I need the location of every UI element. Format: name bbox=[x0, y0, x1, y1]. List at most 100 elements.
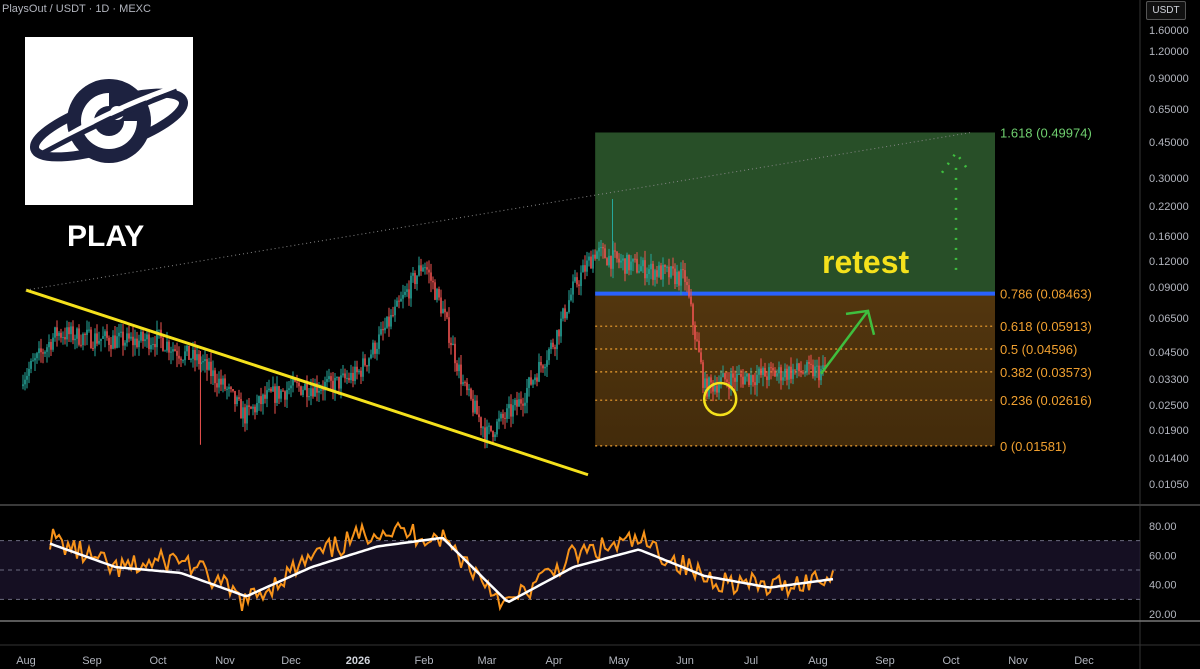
candle-body bbox=[576, 277, 578, 285]
planet-ring-eye-icon bbox=[30, 79, 188, 163]
price-tick-label: 0.02500 bbox=[1149, 400, 1189, 412]
candle-body bbox=[470, 388, 472, 399]
candle-body bbox=[450, 342, 452, 346]
candle-body bbox=[276, 386, 278, 403]
candle-body bbox=[208, 361, 210, 370]
candle-body bbox=[716, 385, 718, 393]
candle-body bbox=[112, 335, 114, 349]
candle-body bbox=[418, 265, 420, 276]
candle-body bbox=[50, 341, 52, 350]
candle-body bbox=[396, 300, 398, 307]
candle-body bbox=[538, 361, 540, 382]
candle-body bbox=[800, 371, 802, 373]
candle-body bbox=[230, 387, 232, 390]
candle-body bbox=[28, 368, 30, 376]
candle-body bbox=[740, 373, 742, 377]
candle-body bbox=[564, 308, 566, 319]
candle-body bbox=[362, 358, 364, 377]
candle-body bbox=[438, 289, 440, 298]
candle-body bbox=[694, 325, 696, 340]
candle-body bbox=[180, 358, 182, 361]
candle-body bbox=[512, 405, 514, 417]
candle-body bbox=[24, 379, 26, 385]
candle-body bbox=[46, 347, 48, 352]
candle-body bbox=[776, 373, 778, 377]
candle-body bbox=[264, 394, 266, 399]
price-tick-label: 0.12000 bbox=[1149, 256, 1189, 268]
candle-body bbox=[134, 338, 136, 346]
candle-body bbox=[458, 364, 460, 372]
candle-body bbox=[498, 418, 500, 422]
candle-body bbox=[34, 358, 36, 361]
candle-body bbox=[810, 363, 812, 365]
candle-body bbox=[210, 361, 212, 377]
candle-body bbox=[714, 385, 716, 392]
time-tick-label: Aug bbox=[808, 655, 828, 667]
candle-body bbox=[524, 402, 526, 406]
time-tick-label: Aug bbox=[16, 655, 36, 667]
candle-body bbox=[674, 268, 676, 285]
candle-body bbox=[702, 362, 704, 388]
candle-body bbox=[240, 399, 242, 419]
candle-body bbox=[386, 316, 388, 328]
candle-body bbox=[32, 360, 34, 362]
candle-body bbox=[394, 306, 396, 316]
candle-body bbox=[146, 334, 148, 340]
candle-body bbox=[64, 337, 66, 340]
time-tick-label: Nov bbox=[215, 655, 235, 667]
candle-body bbox=[82, 333, 84, 346]
candle-body bbox=[94, 333, 96, 349]
candle-body bbox=[80, 344, 82, 346]
candle-body bbox=[808, 362, 810, 364]
candle-body bbox=[350, 372, 352, 381]
candle-body bbox=[508, 404, 510, 409]
candle-body bbox=[514, 399, 516, 406]
candle-body bbox=[570, 294, 572, 301]
candle-body bbox=[724, 373, 726, 380]
candle-body bbox=[154, 343, 156, 348]
rsi-tick-label: 20.00 bbox=[1149, 609, 1177, 621]
candle-body bbox=[530, 377, 532, 385]
candle-body bbox=[594, 254, 596, 259]
candle-body bbox=[58, 332, 60, 336]
candle-body bbox=[818, 365, 820, 381]
candle-body bbox=[378, 334, 380, 349]
candle-body bbox=[686, 281, 688, 286]
candle-body bbox=[420, 265, 422, 272]
candle-body bbox=[520, 399, 522, 404]
candle-body bbox=[660, 265, 662, 280]
candle-body bbox=[36, 353, 38, 359]
candle-body bbox=[108, 337, 110, 345]
candle-body bbox=[548, 349, 550, 361]
candle-body bbox=[536, 377, 538, 382]
candle-body bbox=[816, 365, 818, 367]
candle-body bbox=[322, 389, 324, 391]
candle-body bbox=[92, 348, 94, 350]
candle-body bbox=[286, 389, 288, 400]
candle-body bbox=[444, 308, 446, 313]
candle-body bbox=[38, 348, 40, 354]
candle-body bbox=[194, 349, 196, 361]
candle-body bbox=[122, 331, 124, 346]
candle-body bbox=[568, 300, 570, 312]
candle-body bbox=[764, 368, 766, 377]
rsi-tick-label: 60.00 bbox=[1149, 550, 1177, 562]
candle-body bbox=[196, 354, 198, 361]
candle-body bbox=[798, 363, 800, 372]
candle-body bbox=[782, 377, 784, 381]
candle-body bbox=[430, 272, 432, 281]
candle-body bbox=[318, 390, 320, 393]
candle-body bbox=[56, 327, 58, 336]
currency-button[interactable]: USDT bbox=[1146, 1, 1186, 20]
candle-body bbox=[684, 270, 686, 282]
candle-body bbox=[114, 335, 116, 348]
retest-label: retest bbox=[822, 244, 910, 280]
candle-body bbox=[636, 258, 638, 273]
candle-body bbox=[644, 260, 646, 279]
candle-body bbox=[642, 260, 644, 267]
candle-body bbox=[232, 389, 234, 392]
candle-body bbox=[96, 333, 98, 344]
candle-body bbox=[560, 318, 562, 337]
candle-body bbox=[268, 388, 270, 391]
fib-label: 0.618 (0.05913) bbox=[1000, 319, 1092, 334]
